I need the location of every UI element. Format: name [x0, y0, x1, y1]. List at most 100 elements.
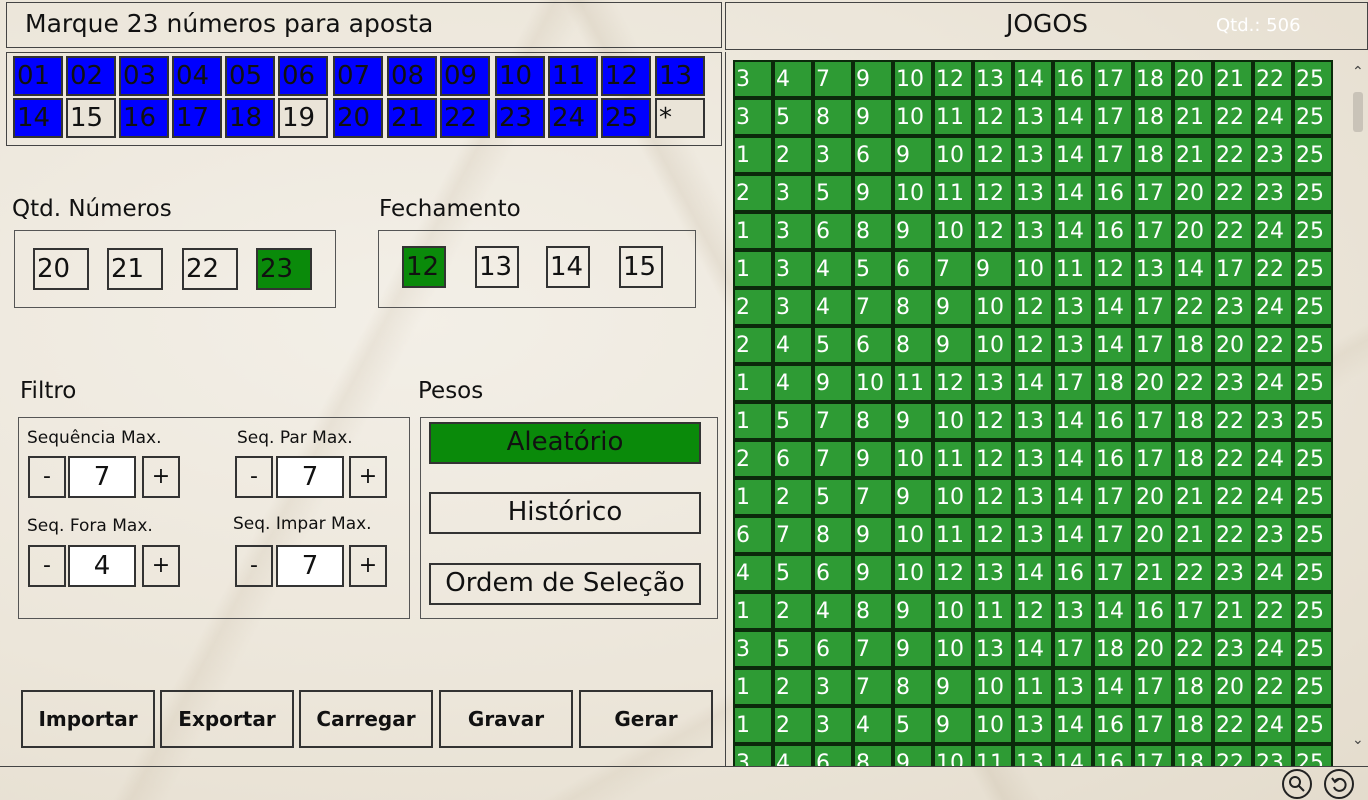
game-row[interactable]: 2 4 5 6 8 9 10 12 13 14 17 18 20 22 25 — [733, 326, 1333, 364]
fechamento-option-12[interactable]: 12 — [402, 246, 446, 288]
qtd-option-23[interactable]: 23 — [256, 248, 312, 290]
game-number-cell: 25 — [1293, 402, 1333, 440]
gerar-button[interactable]: Gerar — [579, 690, 713, 748]
number-toggle[interactable]: 01 — [13, 56, 63, 96]
game-number-cell: 3 — [773, 212, 813, 250]
number-toggle[interactable]: 03 — [119, 56, 169, 96]
number-toggle[interactable]: 02 — [66, 56, 116, 96]
game-number-cell: 24 — [1253, 98, 1293, 136]
number-toggle[interactable]: 10 — [495, 56, 545, 96]
exportar-button[interactable]: Exportar — [160, 690, 294, 748]
number-toggle[interactable]: 12 — [601, 56, 651, 96]
game-number-cell: 16 — [1093, 212, 1133, 250]
seq-max-plus-button[interactable]: + — [142, 456, 180, 498]
game-row[interactable]: 1 5 7 8 9 10 12 13 14 16 17 18 22 23 25 — [733, 402, 1333, 440]
seq-fora-max-label: Seq. Fora Max. — [27, 516, 153, 536]
game-row[interactable]: 6 7 8 9 10 11 12 13 14 17 20 21 22 23 25 — [733, 516, 1333, 554]
seq-impar-max-minus-button[interactable]: - — [235, 545, 273, 587]
number-toggle[interactable]: 15 — [66, 98, 116, 138]
game-row[interactable]: 1 2 5 7 9 10 12 13 14 17 20 21 22 24 25 — [733, 478, 1333, 516]
number-toggle[interactable]: 24 — [548, 98, 598, 138]
carregar-button[interactable]: Carregar — [299, 690, 433, 748]
number-toggle[interactable]: 07 — [333, 56, 383, 96]
seq-fora-max-plus-button[interactable]: + — [142, 545, 180, 587]
game-number-cell: 4 — [853, 706, 893, 744]
game-number-cell: 20 — [1133, 364, 1173, 402]
peso-historico-button[interactable]: Histórico — [429, 492, 701, 534]
number-toggle[interactable]: 14 — [13, 98, 63, 138]
game-number-cell: 10 — [933, 136, 973, 174]
game-number-cell: 5 — [813, 326, 853, 364]
game-number-cell: 21 — [1173, 478, 1213, 516]
peso-ordem-selecao-button[interactable]: Ordem de Seleção — [429, 563, 701, 605]
game-number-cell: 12 — [1093, 250, 1133, 288]
number-toggle[interactable]: 22 — [440, 98, 490, 138]
number-toggle[interactable]: 21 — [387, 98, 437, 138]
fechamento-option-15[interactable]: 15 — [619, 246, 663, 288]
games-list[interactable]: 3 4 7 9 10 12 13 14 16 17 18 20 21 22 25 3 5 8 9 10 11 12 13 14… — [725, 52, 1368, 766]
game-row[interactable]: 1 3 6 8 9 10 12 13 14 16 17 20 22 24 25 — [733, 212, 1333, 250]
number-toggle[interactable]: 18 — [225, 98, 275, 138]
game-row[interactable]: 2 6 7 9 10 11 12 13 14 16 17 18 22 24 25 — [733, 440, 1333, 478]
fechamento-option-14[interactable]: 14 — [546, 246, 590, 288]
game-row[interactable]: 1 3 4 5 6 7 9 10 11 12 13 14 17 22 25 — [733, 250, 1333, 288]
seq-max-value[interactable]: 7 — [68, 456, 136, 498]
peso-aleatorio-button[interactable]: Aleatório — [429, 422, 701, 464]
number-toggle[interactable]: 20 — [333, 98, 383, 138]
seq-impar-max-plus-button[interactable]: + — [349, 545, 387, 587]
game-number-cell: 4 — [733, 554, 773, 592]
game-row[interactable]: 3 5 6 7 9 10 13 14 17 18 20 22 23 24 25 — [733, 630, 1333, 668]
seq-par-max-plus-button[interactable]: + — [349, 456, 387, 498]
number-toggle[interactable]: 19 — [278, 98, 328, 138]
scroll-down-icon[interactable]: ⌄ — [1352, 732, 1364, 748]
seq-fora-max-value[interactable]: 4 — [68, 545, 136, 587]
game-number-cell: 14 — [1053, 136, 1093, 174]
number-toggle[interactable]: 23 — [495, 98, 545, 138]
number-toggle[interactable]: * — [655, 98, 705, 138]
game-row[interactable]: 2 3 5 9 10 11 12 13 14 16 17 20 22 23 25 — [733, 174, 1333, 212]
seq-par-max-label: Seq. Par Max. — [237, 428, 353, 448]
number-toggle[interactable]: 25 — [601, 98, 651, 138]
undo-icon[interactable] — [1324, 769, 1354, 799]
number-toggle[interactable]: 11 — [548, 56, 598, 96]
scroll-thumb[interactable] — [1353, 92, 1363, 132]
number-toggle[interactable]: 16 — [119, 98, 169, 138]
game-row[interactable]: 3 4 7 9 10 12 13 14 16 17 18 20 21 22 25 — [733, 60, 1333, 98]
qtd-option-21[interactable]: 21 — [107, 248, 163, 290]
number-toggle[interactable]: 08 — [387, 56, 437, 96]
number-toggle[interactable]: 09 — [440, 56, 490, 96]
game-row[interactable]: 3 4 6 8 9 10 11 13 14 16 17 18 22 23 25 — [733, 744, 1333, 766]
magnifier-icon[interactable] — [1282, 769, 1312, 799]
seq-par-max-value[interactable]: 7 — [276, 456, 344, 498]
seq-par-max-minus-button[interactable]: - — [235, 456, 273, 498]
seq-impar-max-value[interactable]: 7 — [276, 545, 344, 587]
game-row[interactable]: 1 2 4 8 9 10 11 12 13 14 16 17 21 22 25 — [733, 592, 1333, 630]
number-toggle[interactable]: 13 — [655, 56, 705, 96]
number-toggle[interactable]: 05 — [225, 56, 275, 96]
game-row[interactable]: 1 4 9 10 11 12 13 14 17 18 20 22 23 24 25 — [733, 364, 1333, 402]
game-number-cell: 5 — [813, 174, 853, 212]
game-number-cell: 4 — [773, 326, 813, 364]
games-scrollbar[interactable]: ⌃ ⌄ — [1348, 60, 1368, 760]
fechamento-option-13[interactable]: 13 — [475, 246, 519, 288]
qtd-option-22[interactable]: 22 — [182, 248, 238, 290]
game-row[interactable]: 3 5 8 9 10 11 12 13 14 17 18 21 22 24 25 — [733, 98, 1333, 136]
game-number-cell: 25 — [1293, 592, 1333, 630]
game-row[interactable]: 2 3 4 7 8 9 10 12 13 14 17 22 23 24 25 — [733, 288, 1333, 326]
game-row[interactable]: 4 5 6 9 10 12 13 14 16 17 21 22 23 24 25 — [733, 554, 1333, 592]
gravar-button[interactable]: Gravar — [439, 690, 573, 748]
scroll-up-icon[interactable]: ⌃ — [1352, 64, 1364, 80]
game-row[interactable]: 1 2 3 4 5 9 10 13 14 16 17 18 22 24 25 — [733, 706, 1333, 744]
game-number-cell: 10 — [973, 668, 1013, 706]
qtd-option-20[interactable]: 20 — [33, 248, 89, 290]
number-toggle[interactable]: 06 — [278, 56, 328, 96]
importar-button[interactable]: Importar — [21, 690, 155, 748]
number-toggle[interactable]: 17 — [172, 98, 222, 138]
number-toggle[interactable]: 04 — [172, 56, 222, 96]
game-number-cell: 10 — [893, 174, 933, 212]
seq-max-minus-button[interactable]: - — [28, 456, 66, 498]
jogos-count: Qtd.: 506 — [1216, 15, 1301, 36]
seq-fora-max-minus-button[interactable]: - — [28, 545, 66, 587]
game-row[interactable]: 1 2 3 6 9 10 12 13 14 17 18 21 22 23 25 — [733, 136, 1333, 174]
game-row[interactable]: 1 2 3 7 8 9 10 11 13 14 17 18 20 22 25 — [733, 668, 1333, 706]
